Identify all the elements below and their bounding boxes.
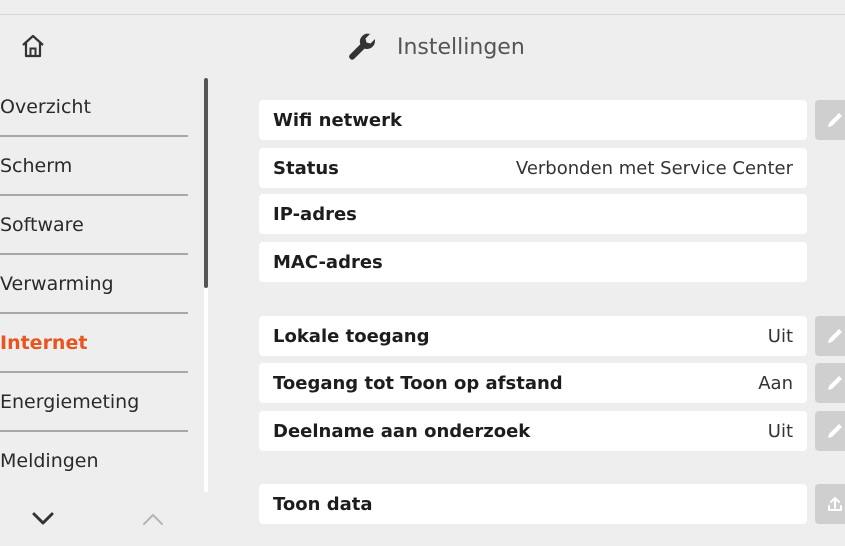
sidebar-item-label: Internet	[0, 332, 88, 354]
row-label: Status	[273, 157, 339, 179]
row-label: Deelname aan onderzoek	[273, 420, 531, 442]
sidebar-item-label: Software	[0, 214, 84, 236]
header: Instellingen	[0, 15, 845, 77]
edit-lokale-toegang-button[interactable]	[815, 316, 845, 356]
edit-toegang-op-afstand-button[interactable]	[815, 363, 845, 403]
sidebar-item-energiemeting[interactable]: Energiemeting	[0, 373, 188, 432]
sidebar-item-verwarming[interactable]: Verwarming	[0, 255, 188, 314]
row-value: Uit	[767, 420, 793, 442]
pencil-icon	[828, 424, 842, 438]
sidebar-scrollbar-thumb[interactable]	[204, 78, 208, 288]
row-value: Verbonden met Service Center	[515, 157, 793, 179]
chevron-up-icon	[143, 514, 163, 525]
row-label: Toon data	[273, 493, 373, 515]
scroll-up-button[interactable]	[140, 506, 166, 532]
sidebar-item-label: Meldingen	[0, 450, 99, 472]
sidebar-item-software[interactable]: Software	[0, 196, 188, 255]
sidebar-item-meldingen[interactable]: Meldingen	[0, 432, 188, 491]
row-wifi-netwerk[interactable]: Wifi netwerk	[259, 100, 807, 140]
sidebar-item-scherm[interactable]: Scherm	[0, 137, 188, 196]
sidebar-scroll-controls	[0, 492, 206, 546]
sidebar-item-internet[interactable]: Internet	[0, 314, 188, 373]
wrench-icon	[349, 33, 375, 60]
sidebar-item-label: Verwarming	[0, 273, 114, 295]
upload-toon-data-button[interactable]	[815, 484, 845, 524]
upload-icon	[828, 497, 842, 511]
sidebar-item-overzicht[interactable]: Overzicht	[0, 78, 188, 137]
pencil-icon	[828, 329, 842, 343]
row-label: Toegang tot Toon op afstand	[273, 372, 563, 394]
row-lokale-toegang[interactable]: Lokale toegang Uit	[259, 316, 807, 356]
row-label: MAC-adres	[273, 251, 383, 273]
row-toon-data[interactable]: Toon data	[259, 484, 807, 524]
row-mac-adres: MAC-adres	[259, 242, 807, 282]
row-value: Aan	[758, 372, 793, 394]
edit-wifi-button[interactable]	[815, 100, 845, 140]
pencil-icon	[828, 376, 842, 390]
sidebar-item-label: Scherm	[0, 155, 73, 177]
row-value: Uit	[767, 325, 793, 347]
page-title: Instellingen	[397, 34, 525, 60]
home-button[interactable]	[18, 31, 48, 61]
row-label: IP-adres	[273, 203, 357, 225]
row-deelname-onderzoek[interactable]: Deelname aan onderzoek Uit	[259, 411, 807, 451]
row-ip-adres: IP-adres	[259, 194, 807, 234]
sidebar-item-label: Energiemeting	[0, 391, 140, 413]
row-toegang-op-afstand[interactable]: Toegang tot Toon op afstand Aan	[259, 363, 807, 403]
row-label: Lokale toegang	[273, 325, 430, 347]
row-status: Status Verbonden met Service Center	[259, 148, 807, 188]
sidebar: Overzicht Scherm Software Verwarming Int…	[0, 78, 208, 546]
scroll-down-button[interactable]	[30, 506, 56, 532]
chevron-down-icon	[32, 512, 54, 525]
sidebar-item-label: Overzicht	[0, 96, 91, 118]
home-icon	[22, 34, 44, 58]
edit-deelname-onderzoek-button[interactable]	[815, 411, 845, 451]
row-label: Wifi netwerk	[273, 109, 402, 131]
pencil-icon	[828, 113, 842, 127]
